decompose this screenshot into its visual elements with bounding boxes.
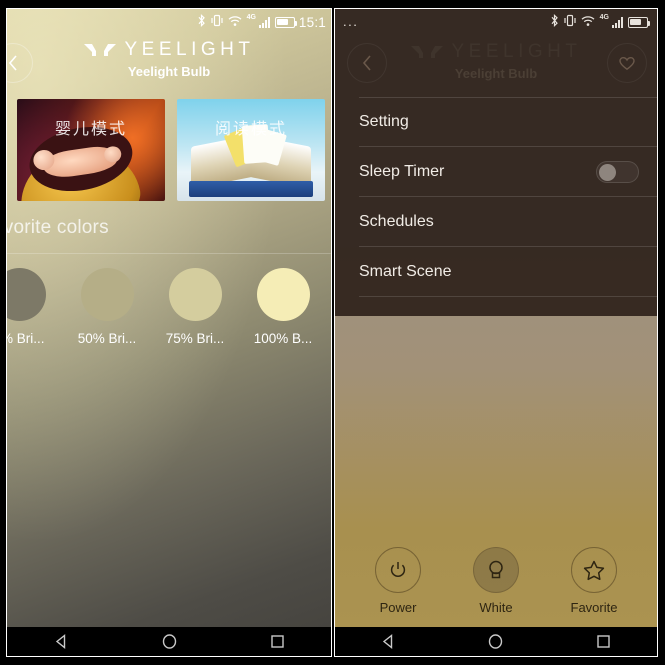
right-status-left-slot: ...: [343, 15, 550, 28]
left-status-bar: 4G 15:1: [7, 9, 331, 35]
right-screen: ... 4G YEELIGHT Yeelight Bulb Setting Sl…: [335, 9, 657, 627]
menu-item-setting[interactable]: Setting: [359, 97, 657, 147]
scene-card-baby-mode[interactable]: 婴儿模式: [17, 99, 165, 201]
swatch-label: 100% B...: [253, 331, 313, 346]
menu-item-label: Schedules: [359, 212, 434, 230]
menu-item-label: Sleep Timer: [359, 162, 445, 180]
nav-back-button[interactable]: [380, 633, 397, 650]
recents-square-icon: [270, 635, 284, 648]
bluetooth-icon: [550, 13, 559, 30]
left-navigation-bar: [7, 627, 331, 656]
favorite-colors-title: avorite colors: [7, 217, 109, 238]
scene-card-label: 阅读模式: [214, 121, 287, 138]
yeelight-logo-icon: [410, 46, 443, 58]
swatch-circle[interactable]: [256, 268, 310, 321]
device-name: Yeelight Bulb: [127, 64, 211, 79]
home-circle-icon: [489, 634, 503, 649]
scene-card-label: 婴儿模式: [54, 121, 127, 138]
swatch-label: 50% Bri...: [77, 331, 137, 346]
home-circle-icon: [162, 634, 176, 649]
favorite-button[interactable]: [607, 43, 647, 83]
sleep-timer-toggle[interactable]: [596, 160, 639, 183]
swatch-circle[interactable]: [7, 268, 46, 321]
swatch-label: 75% Bri...: [165, 331, 225, 346]
favorite-swatch-item[interactable]: 100% B...: [239, 268, 327, 346]
favorite-swatch-item[interactable]: 5% Bri...: [7, 268, 63, 346]
brand-name: YEELIGHT: [124, 39, 255, 60]
scene-card-reading-mode[interactable]: 阅读模式: [177, 99, 325, 201]
left-brand-block: YEELIGHT Yeelight Bulb: [7, 39, 331, 79]
4g-icon: 4G: [246, 14, 256, 21]
nav-home-button[interactable]: [161, 633, 178, 650]
toggle-knob: [599, 163, 616, 181]
4g-icon: 4G: [599, 14, 609, 21]
menu-item-label: Smart Scene: [359, 262, 452, 280]
nav-back-button[interactable]: [53, 633, 70, 650]
back-triangle-icon: [55, 634, 65, 649]
menu-item-schedules[interactable]: Schedules: [359, 197, 657, 247]
left-status-time: 15:1: [298, 14, 326, 30]
right-brand-row: YEELIGHT: [410, 41, 582, 63]
book-cover: [189, 181, 313, 197]
favorite-swatch-item[interactable]: 50% Bri...: [63, 268, 151, 346]
swatch-circle[interactable]: [168, 268, 222, 321]
right-status-bar: ... 4G: [335, 9, 657, 35]
signal-icon: [258, 16, 270, 28]
favorite-colors-swatch-row: 5% Bri... 50% Bri... 75% Bri... 100% B..…: [7, 254, 331, 346]
overflow-dots-icon[interactable]: ...: [343, 15, 358, 28]
swatch-label: 5% Bri...: [7, 331, 45, 346]
back-triangle-icon: [383, 634, 393, 649]
device-name: Yeelight Bulb: [454, 66, 538, 81]
yeelight-logo-icon: [83, 44, 116, 56]
recents-square-icon: [597, 635, 610, 648]
battery-icon: [628, 16, 650, 28]
favorite-colors-section: avorite colors 5% Bri... 50% Bri... 75% …: [7, 217, 331, 346]
nav-home-button[interactable]: [487, 633, 504, 650]
nav-recents-button[interactable]: [595, 633, 612, 650]
left-phone-panel: 4G 15:1 YEELIGHT Yeelight Bulb 婴儿模式 阅读模式…: [6, 8, 332, 657]
left-app-header: YEELIGHT Yeelight Bulb: [7, 35, 331, 97]
signal-icon: [612, 16, 623, 28]
nav-recents-button[interactable]: [269, 633, 286, 650]
wifi-icon: [228, 15, 242, 30]
swatch-circle[interactable]: [80, 268, 134, 321]
vibrate-icon: [564, 14, 576, 30]
menu-item-smart-scene[interactable]: Smart Scene: [359, 247, 657, 297]
right-navigation-bar: [335, 627, 657, 656]
menu-item-sleep-timer[interactable]: Sleep Timer: [359, 147, 657, 197]
right-app-header: YEELIGHT Yeelight Bulb: [335, 35, 657, 97]
left-status-icons: 4G: [197, 13, 297, 30]
vibrate-icon: [210, 14, 223, 30]
left-screen: 4G 15:1 YEELIGHT Yeelight Bulb 婴儿模式 阅读模式…: [7, 9, 331, 627]
brand-name: YEELIGHT: [451, 41, 582, 62]
scene-card-list: 婴儿模式 阅读模式: [7, 99, 331, 201]
battery-icon: [274, 16, 297, 28]
right-status-icons: 4G: [550, 13, 650, 30]
settings-menu-list: Setting Sleep Timer Schedules Smart Scen…: [335, 97, 657, 627]
screenshot-frame: 4G 15:1 YEELIGHT Yeelight Bulb 婴儿模式 阅读模式…: [0, 0, 665, 665]
right-phone-panel: ... 4G YEELIGHT Yeelight Bulb Setting Sl…: [334, 8, 658, 657]
favorite-swatch-item[interactable]: 75% Bri...: [151, 268, 239, 346]
left-brand-row: YEELIGHT: [83, 39, 255, 61]
bluetooth-icon: [197, 13, 206, 30]
menu-item-label: Setting: [359, 113, 409, 130]
heart-icon: [619, 56, 635, 70]
wifi-icon: [581, 15, 595, 30]
